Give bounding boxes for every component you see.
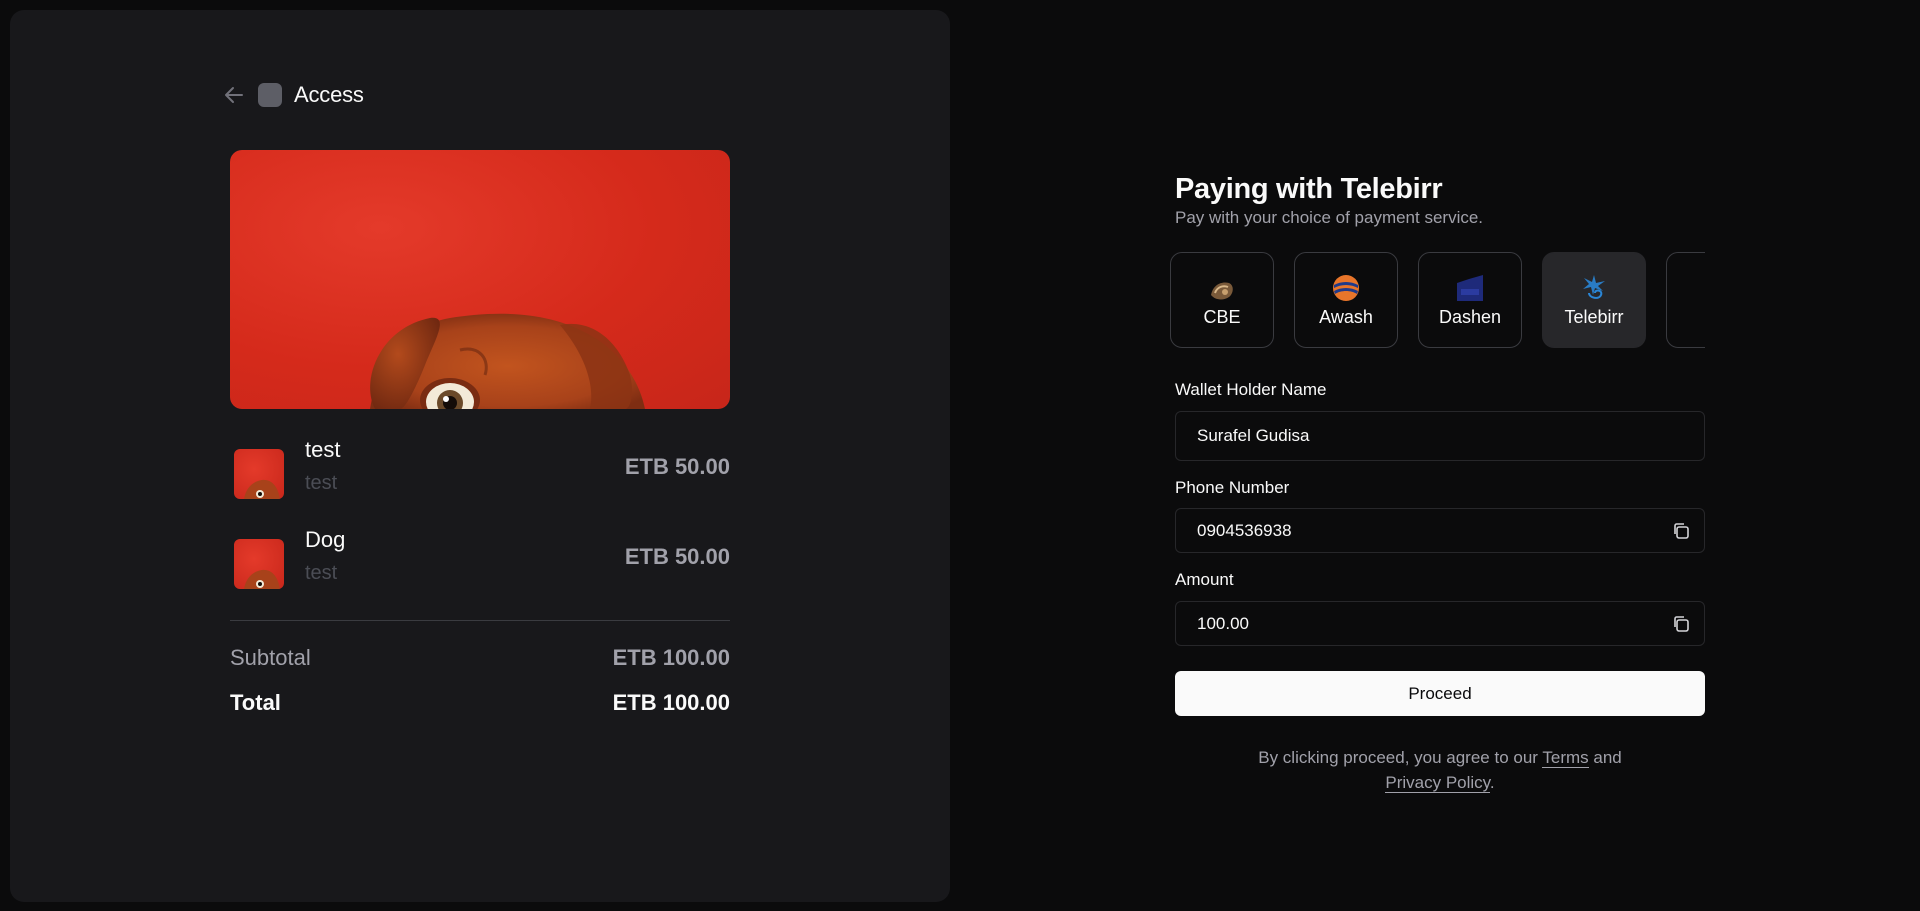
item-subtitle: test [305,472,338,494]
item-name: Dog [305,527,346,552]
amount-value: 100.00 [1197,614,1249,633]
payment-method-label: Ab [1667,307,1705,328]
item-thumbnail [234,539,284,589]
amount-label: Amount [1175,570,1234,589]
dashen-logo-icon [1455,273,1485,303]
subtotal-row: Subtotal ETB 100.00 [230,645,730,675]
copy-icon [1674,616,1689,632]
brand-name: Access [294,82,364,107]
abyssinia-logo-icon [1703,273,1705,303]
payment-method-abyssinia[interactable]: Ab [1666,252,1705,348]
total-value: ETB 100.00 [612,690,730,715]
total-row: Total ETB 100.00 [230,690,730,720]
copy-amount-button[interactable] [1670,613,1692,635]
header: Access [220,80,364,110]
cbe-logo-icon [1207,273,1237,303]
item-thumbnail [234,449,284,499]
item-price: ETB 50.00 [624,454,730,479]
payment-method-cbe[interactable]: CBE [1170,252,1274,348]
item-price: ETB 50.00 [624,544,730,569]
payment-method-label: CBE [1203,307,1241,327]
total-label: Total [230,690,281,715]
divider [230,620,730,621]
arrow-left-icon [225,87,243,103]
wallet-holder-label: Wallet Holder Name [1175,380,1327,399]
subtotal-label: Subtotal [230,645,311,670]
amount-field[interactable]: 100.00 [1175,601,1705,646]
payment-methods-carousel[interactable]: CBE Awash Dashen Telebirr [1170,252,1705,348]
payment-method-label: Dashen [1438,307,1502,327]
copy-icon [1674,523,1689,539]
brand-logo [258,83,282,107]
terms-link[interactable]: Terms [1542,748,1589,768]
page-title: Paying with Telebirr [1175,173,1443,205]
payment-method-awash[interactable]: Awash [1294,252,1398,348]
awash-logo-icon [1331,273,1361,303]
order-summary-panel: Access test test ETB 50.00 Dog test ETB … [10,10,950,902]
legal-suffix: . [1489,773,1495,792]
telebirr-logo-icon [1579,273,1609,303]
payment-method-telebirr[interactable]: Telebirr [1542,252,1646,348]
phone-number-label: Phone Number [1175,478,1290,497]
dog-illustration [370,313,645,409]
legal-notice: By clicking proceed, you agree to our Te… [1175,745,1705,795]
copy-phone-button[interactable] [1670,520,1692,542]
wallet-holder-value: Surafel Gudisa [1197,426,1310,445]
product-hero-image [230,150,730,409]
phone-number-field[interactable]: 0904536938 [1175,508,1705,553]
back-button[interactable] [220,81,248,109]
subtotal-value: ETB 100.00 [612,645,730,670]
payment-method-dashen[interactable]: Dashen [1418,252,1522,348]
page-subtitle: Pay with your choice of payment service. [1175,208,1484,227]
item-subtitle: test [305,562,338,584]
list-item: Dog test ETB 50.00 [230,525,730,595]
wallet-holder-field[interactable]: Surafel Gudisa [1175,411,1705,461]
privacy-policy-link[interactable]: Privacy Policy [1385,773,1490,793]
list-item: test test ETB 50.00 [230,435,730,505]
payment-method-label: Awash [1319,307,1373,327]
legal-prefix: By clicking proceed, you agree to our [1258,748,1538,767]
legal-and: and [1593,748,1622,767]
phone-number-value: 0904536938 [1197,521,1292,540]
payment-method-label: Telebirr [1564,307,1624,327]
item-name: test [305,437,341,462]
proceed-button[interactable]: Proceed [1175,671,1705,716]
